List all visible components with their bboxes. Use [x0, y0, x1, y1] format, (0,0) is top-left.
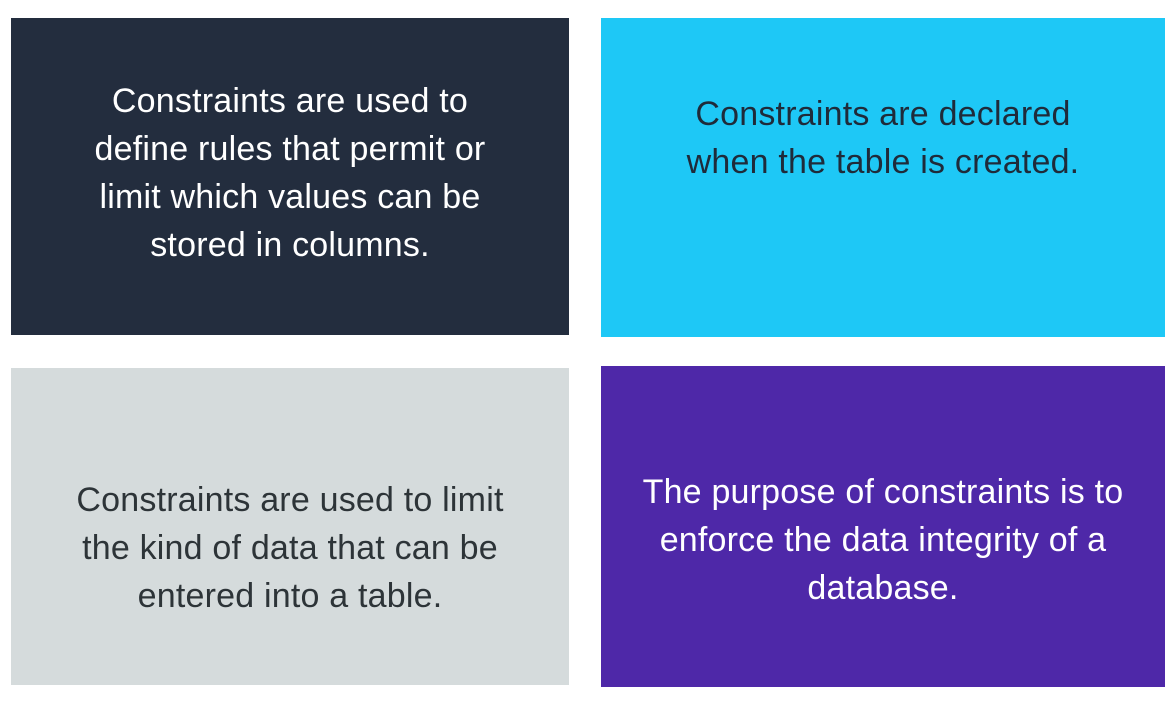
- card-text: Constraints are used to define rules tha…: [94, 81, 486, 264]
- constraint-card-declared: Constraints are declared when the table …: [601, 18, 1165, 337]
- constraint-card-rules: Constraints are used to define rules tha…: [11, 18, 569, 335]
- card-text: Constraints are declared when the table …: [686, 95, 1080, 181]
- card-text: Constraints are used to limit the kind o…: [76, 480, 504, 615]
- constraint-card-limit: Constraints are used to limit the kind o…: [11, 368, 569, 685]
- constraint-card-purpose: The purpose of constraints is to enforce…: [601, 366, 1165, 687]
- card-text: The purpose of constraints is to enforce…: [642, 472, 1124, 607]
